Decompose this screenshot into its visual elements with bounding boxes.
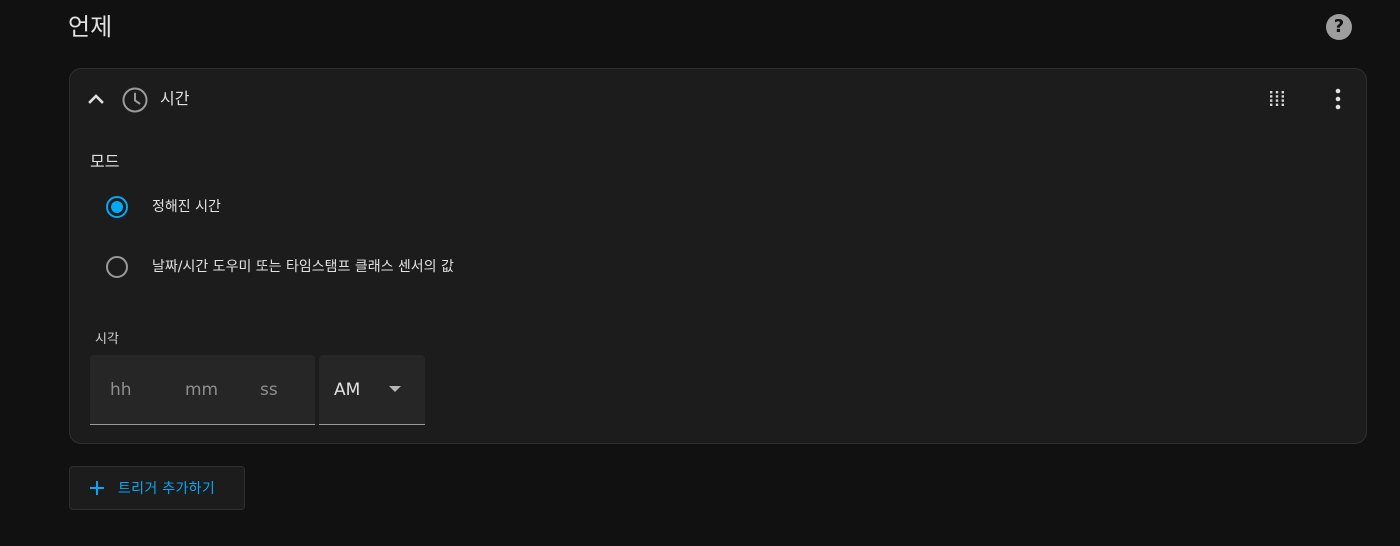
automation-editor: 언제 ? 시간 모드 정해진 시간 날짜/시간 도우미 또는 타임스탬프 클래스… (0, 0, 1400, 546)
minutes-input[interactable]: mm (185, 379, 218, 401)
time-field-label: 시각 (95, 332, 119, 347)
add-trigger-label: 트리거 추가하기 (118, 481, 216, 497)
trigger-title: 시간 (160, 89, 190, 108)
mode-option-fixed-time[interactable]: 정해진 시간 (106, 192, 221, 222)
drag-handle-icon[interactable] (1265, 87, 1289, 111)
more-vertical-icon[interactable] (1326, 86, 1350, 112)
add-trigger-button[interactable]: 트리거 추가하기 (69, 466, 245, 510)
section-title: 언제 (68, 13, 113, 41)
mode-label: 모드 (90, 152, 120, 171)
chevron-up-icon[interactable] (84, 87, 108, 111)
clock-icon (122, 87, 148, 113)
am-pm-value: AM (334, 380, 361, 400)
mode-option-sensor-value[interactable]: 날짜/시간 도우미 또는 타임스탬프 클래스 센서의 값 (106, 252, 454, 282)
hours-input[interactable]: hh (110, 379, 132, 401)
dropdown-arrow-icon (389, 386, 401, 392)
am-pm-select[interactable]: AM (319, 355, 425, 425)
help-icon[interactable]: ? (1326, 14, 1352, 40)
radio-button-unchecked[interactable] (106, 256, 128, 278)
mode-option-label: 날짜/시간 도우미 또는 타임스탬프 클래스 센서의 값 (152, 259, 454, 275)
seconds-input[interactable]: ss (260, 379, 278, 401)
trigger-card: 시간 모드 정해진 시간 날짜/시간 도우미 또는 타임스탬프 클래스 센서의 … (69, 68, 1367, 444)
time-input-group: hh mm ss (90, 355, 315, 425)
mode-option-label: 정해진 시간 (152, 199, 221, 215)
plus-icon (90, 481, 104, 495)
radio-button-checked[interactable] (106, 196, 128, 218)
trigger-card-header[interactable]: 시간 (70, 69, 1366, 129)
